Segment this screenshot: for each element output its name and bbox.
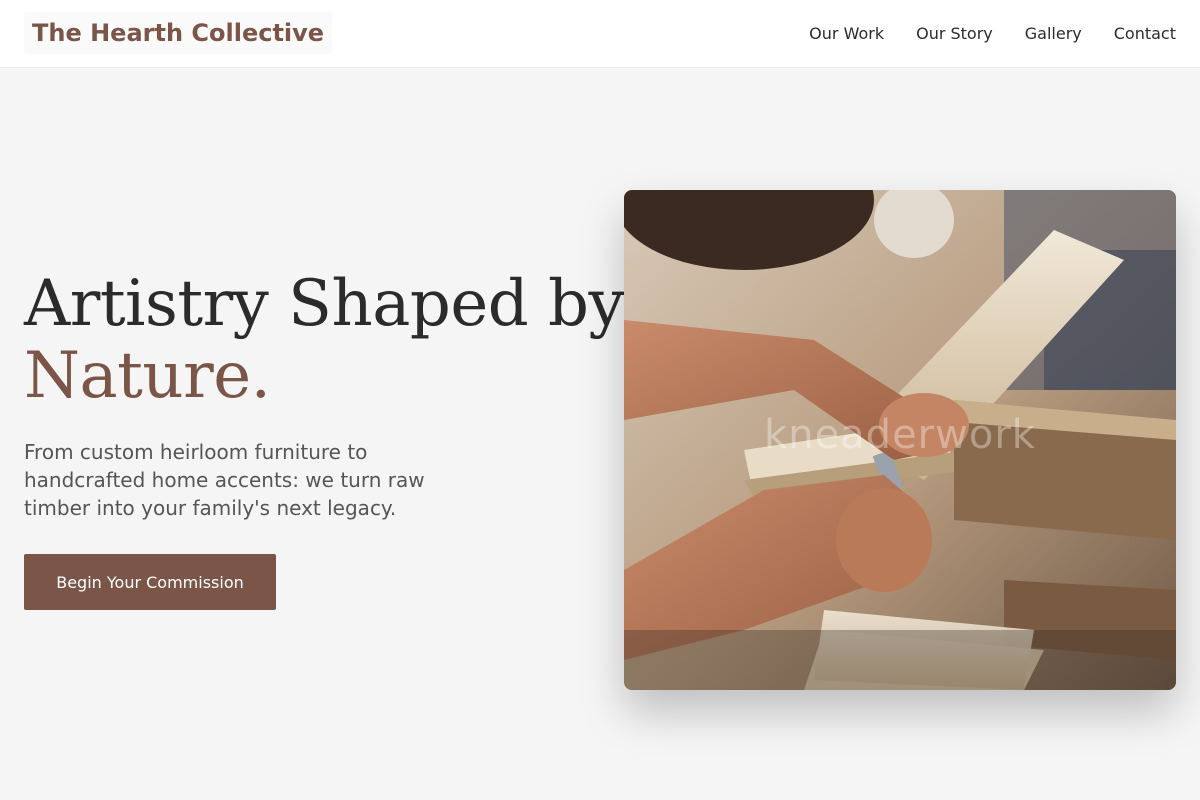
hero-title: Artistry Shaped by Nature. [24, 267, 625, 413]
top-navbar: The Hearth Collective Our Work Our Story… [0, 0, 1200, 68]
hero-subtitle: From custom heirloom furniture to handcr… [24, 440, 425, 520]
nav-link-our-story[interactable]: Our Story [916, 24, 993, 43]
nav-link-gallery[interactable]: Gallery [1025, 24, 1082, 43]
begin-commission-button[interactable]: Begin Your Commission [24, 554, 276, 610]
nav-link-contact[interactable]: Contact [1114, 24, 1176, 43]
image-watermark: kneaderwork [764, 412, 1036, 458]
hero-image: kneaderwork [624, 190, 1176, 690]
nav-link-our-work[interactable]: Our Work [809, 24, 884, 43]
brand-logo[interactable]: The Hearth Collective [24, 12, 333, 54]
main-nav: Our Work Our Story Gallery Contact [809, 0, 1176, 66]
hero-title-line-1: Artistry Shaped by [24, 267, 625, 341]
hero-title-accent: Nature. [24, 339, 271, 413]
